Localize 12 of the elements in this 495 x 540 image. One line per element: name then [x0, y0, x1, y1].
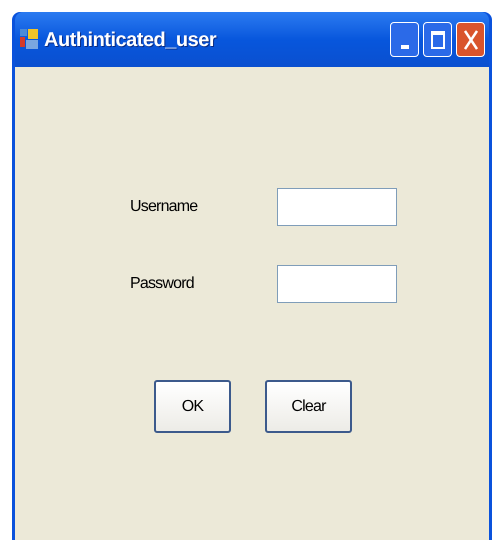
input-field[interactable]	[277, 188, 397, 226]
field-label: Username	[130, 197, 198, 217]
dialog-button[interactable]: Clear	[265, 380, 352, 433]
close-button[interactable]	[456, 22, 485, 57]
close-icon	[464, 30, 478, 50]
app-icon	[20, 28, 40, 50]
input-field[interactable]	[277, 265, 397, 303]
field-label: Password	[130, 274, 195, 294]
dialog-button[interactable]: OK	[154, 380, 231, 433]
maximize-button[interactable]	[423, 22, 452, 57]
minimize-button[interactable]	[390, 22, 419, 57]
window-title: Authinticated_user	[44, 28, 218, 52]
